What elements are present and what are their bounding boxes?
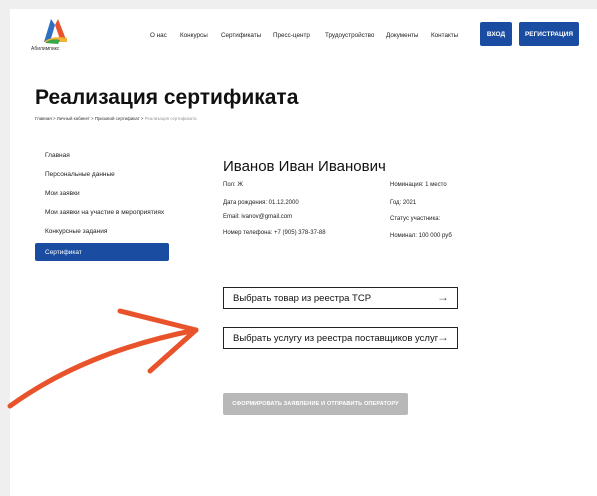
profile-name: Иванов Иван Иванович (223, 158, 386, 175)
nav-documents[interactable]: Документы (386, 32, 418, 39)
sidebar-item-home[interactable]: Главная (45, 152, 70, 159)
select-goods-button[interactable]: Выбрать товар из реестра ТСР → (223, 287, 458, 309)
sidebar-item-my-applications[interactable]: Мои заявки (45, 190, 80, 197)
nav-certificates[interactable]: Сертификаты (221, 32, 261, 39)
breadcrumb-current: Реализация сертификата (144, 116, 197, 121)
profile-status: Статус участника: (390, 216, 441, 222)
profile-nominal: Номинал: 100 000 руб (390, 233, 452, 239)
nav-employment[interactable]: Трудоустройство (325, 32, 374, 39)
breadcrumb-certificate[interactable]: Призовой сертификат (95, 116, 140, 121)
page: Абилимпикс О нас Конкурсы Сертификаты Пр… (10, 9, 597, 496)
sidebar-item-certificate[interactable]: Сертификат (35, 243, 169, 261)
sidebar-item-competition-tasks[interactable]: Конкурсные задания (45, 228, 107, 235)
profile-email: Email: ivanov@gmail.com (223, 214, 293, 220)
breadcrumb: Главная > Личный кабинет > Призовой серт… (35, 116, 197, 121)
nav-contests[interactable]: Конкурсы (180, 32, 208, 39)
submit-application-button[interactable]: СФОРМИРОВАТЬ ЗАЯВЛЕНИЕ И ОТПРАВИТЬ ОПЕРА… (223, 393, 408, 415)
sidebar-item-event-applications[interactable]: Мои заявки на участие в мероприятиях (45, 209, 164, 216)
register-button[interactable]: РЕГИСТРАЦИЯ (519, 22, 579, 46)
logo-text: Абилимпикс (31, 46, 60, 52)
nav-contacts[interactable]: Контакты (431, 32, 458, 39)
breadcrumb-home[interactable]: Главная (35, 116, 52, 121)
select-service-label: Выбрать услугу из реестра поставщиков ус… (233, 332, 439, 344)
arrow-right-icon: → (437, 290, 449, 304)
sidebar-item-personal-data[interactable]: Персональные данные (45, 171, 115, 178)
profile-birthdate: Дата рождения: 01.12.2000 (223, 200, 299, 206)
profile-phone: Номер телефона: +7 (905) 378-37-88 (223, 230, 326, 236)
nav-press-center[interactable]: Пресс-центр (273, 32, 310, 39)
profile-gender: Пол: Ж (223, 182, 243, 188)
page-title: Реализация сертификата (35, 86, 299, 109)
select-service-button[interactable]: Выбрать услугу из реестра поставщиков ус… (223, 327, 458, 349)
arrow-right-icon: → (437, 330, 449, 344)
select-goods-label: Выбрать товар из реестра ТСР (233, 292, 372, 304)
profile-nomination: Номинация: 1 место (390, 182, 447, 188)
login-button[interactable]: ВХОД (480, 22, 512, 46)
nav-about[interactable]: О нас (150, 32, 167, 39)
profile-year: Год: 2021 (390, 200, 417, 206)
breadcrumb-cabinet[interactable]: Личный кабинет (57, 116, 90, 121)
